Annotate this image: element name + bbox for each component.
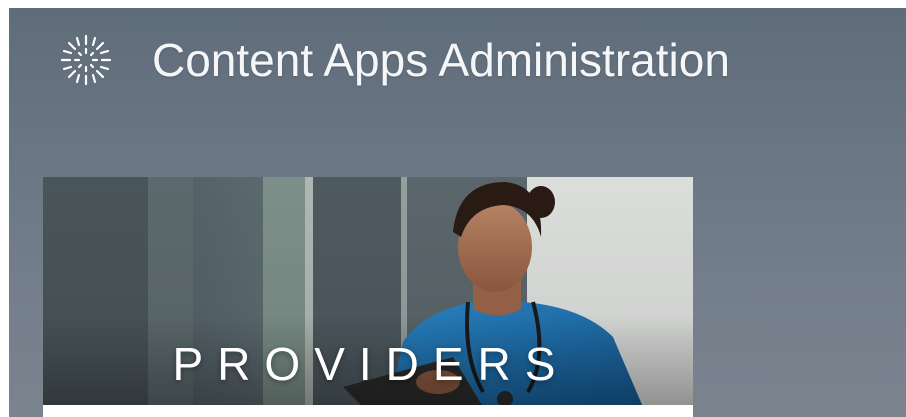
tile-label: PROVIDERS	[172, 338, 570, 390]
tile-footer	[43, 405, 693, 417]
sunburst-icon	[60, 34, 112, 86]
app-title: Content Apps Administration	[152, 34, 730, 86]
providers-tile[interactable]: PROVIDERS	[43, 177, 693, 417]
app-header: Content Apps Administration	[9, 8, 906, 118]
app-page: Content Apps Administration PROVIDERS	[9, 8, 906, 417]
